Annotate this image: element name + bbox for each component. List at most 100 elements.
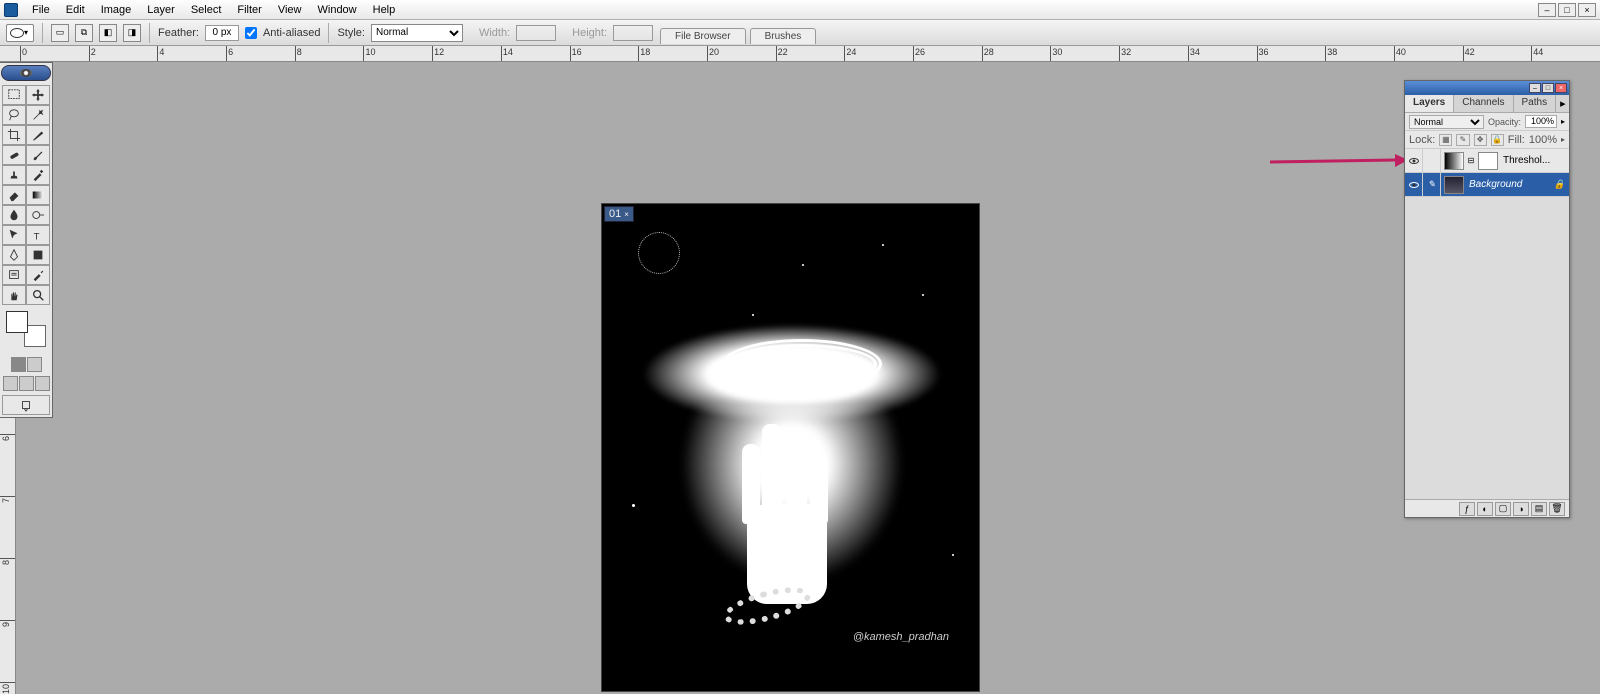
layer-row[interactable]: ✎ Background 🔒 [1405, 173, 1569, 197]
menu-file[interactable]: File [24, 2, 58, 18]
visibility-toggle[interactable] [1405, 173, 1423, 196]
layer-row[interactable]: ⊟ Threshol... [1405, 149, 1569, 173]
mask-thumb-icon[interactable] [1478, 152, 1498, 170]
eraser-tool[interactable] [2, 185, 26, 205]
jump-to-imageready-icon[interactable] [2, 395, 50, 415]
dodge-tool[interactable] [26, 205, 50, 225]
clone-stamp-tool[interactable] [2, 165, 26, 185]
selection-new-icon[interactable]: ▭ [51, 24, 69, 42]
selection-marquee [638, 232, 680, 274]
width-input [516, 25, 556, 41]
healing-brush-tool[interactable] [2, 145, 26, 165]
restore-button[interactable]: □ [1558, 3, 1576, 17]
screen-full-icon[interactable] [35, 376, 50, 391]
layer-mask-icon[interactable]: ◐ [1477, 502, 1493, 516]
selection-intersect-icon[interactable]: ◨ [123, 24, 141, 42]
lock-all-icon[interactable]: 🔒 [1491, 134, 1504, 146]
toolbox-header-icon [1, 65, 51, 81]
panel-menu-icon[interactable]: ▸ [1556, 95, 1570, 112]
standard-mode-icon[interactable] [11, 357, 26, 372]
eyedropper-tool[interactable] [26, 265, 50, 285]
tab-layers[interactable]: Layers [1405, 95, 1454, 112]
minimize-button[interactable]: – [1538, 3, 1556, 17]
history-brush-tool[interactable] [26, 165, 50, 185]
fill-value[interactable]: 100% [1529, 134, 1557, 146]
selection-add-icon[interactable]: ⧉ [75, 24, 93, 42]
menu-edit[interactable]: Edit [58, 2, 93, 18]
opacity-value[interactable]: 100% [1525, 115, 1557, 128]
lock-icon: 🔒 [1554, 179, 1569, 190]
menu-filter[interactable]: Filter [229, 2, 269, 18]
opacity-flyout-icon[interactable]: ▸ [1561, 117, 1565, 126]
tab-brushes[interactable]: Brushes [750, 28, 817, 44]
panel-titlebar[interactable]: – □ × [1405, 81, 1569, 95]
screen-full-menus-icon[interactable] [19, 376, 34, 391]
link-cell[interactable] [1423, 149, 1441, 172]
crop-tool[interactable] [2, 125, 26, 145]
quickmask-mode-icon[interactable] [27, 357, 42, 372]
menu-image[interactable]: Image [93, 2, 140, 18]
menu-layer[interactable]: Layer [139, 2, 183, 18]
marquee-shape-selector[interactable]: ▾ [6, 24, 34, 42]
feather-input[interactable] [205, 25, 239, 41]
tab-paths[interactable]: Paths [1514, 95, 1557, 112]
document-canvas[interactable]: 01× @kamesh_pradhan [601, 203, 980, 692]
layer-thumb-icon[interactable] [1444, 176, 1464, 194]
zoom-tool[interactable] [26, 285, 50, 305]
blend-mode-select[interactable]: Normal [1409, 115, 1484, 129]
style-label: Style: [337, 27, 365, 39]
panel-minimize-icon[interactable]: – [1529, 83, 1541, 93]
tab-file-browser[interactable]: File Browser [660, 28, 746, 44]
lock-transparency-icon[interactable]: ▦ [1439, 134, 1452, 146]
layer-name[interactable]: Threshol... [1501, 155, 1569, 166]
new-set-icon[interactable]: ▢ [1495, 502, 1511, 516]
antialias-checkbox[interactable] [245, 27, 257, 39]
panel-maximize-icon[interactable]: □ [1542, 83, 1554, 93]
mask-link-icon[interactable]: ⊟ [1467, 156, 1475, 165]
foreground-color-swatch[interactable] [6, 311, 28, 333]
rect-marquee-tool[interactable] [2, 85, 26, 105]
tab-channels[interactable]: Channels [1454, 95, 1513, 112]
brush-tool[interactable] [26, 145, 50, 165]
slice-tool[interactable] [26, 125, 50, 145]
lock-paint-icon[interactable]: ✎ [1456, 134, 1469, 146]
color-swatch[interactable] [6, 311, 46, 347]
panel-close-icon[interactable]: × [1555, 83, 1567, 93]
selection-subtract-icon[interactable]: ◧ [99, 24, 117, 42]
screen-standard-icon[interactable] [3, 376, 18, 391]
hand-tool[interactable] [2, 285, 26, 305]
menu-view[interactable]: View [270, 2, 310, 18]
path-select-tool[interactable] [2, 225, 26, 245]
lasso-tool[interactable] [2, 105, 26, 125]
new-layer-icon[interactable]: ▤ [1531, 502, 1547, 516]
notes-tool[interactable] [2, 265, 26, 285]
type-tool[interactable]: T [26, 225, 50, 245]
magic-wand-tool[interactable] [26, 105, 50, 125]
panel-tabs: Layers Channels Paths ▸ [1405, 95, 1569, 113]
menu-select[interactable]: Select [183, 2, 230, 18]
menu-window[interactable]: Window [310, 2, 365, 18]
fill-flyout-icon[interactable]: ▸ [1561, 135, 1565, 144]
lock-label: Lock: [1409, 134, 1435, 146]
gradient-tool[interactable] [26, 185, 50, 205]
layers-panel: – □ × Layers Channels Paths ▸ Normal Opa… [1404, 80, 1570, 518]
artwork-credit: @kamesh_pradhan [853, 631, 949, 643]
shape-tool[interactable] [26, 245, 50, 265]
blur-tool[interactable] [2, 205, 26, 225]
new-adjustment-icon[interactable]: ◑ [1513, 502, 1529, 516]
lock-position-icon[interactable]: ✥ [1474, 134, 1487, 146]
visibility-toggle[interactable] [1405, 149, 1423, 172]
close-button[interactable]: × [1578, 3, 1596, 17]
feather-label: Feather: [158, 27, 199, 39]
adjustment-thumb-icon[interactable] [1444, 152, 1464, 170]
active-brush-icon[interactable]: ✎ [1423, 173, 1441, 196]
style-select[interactable]: Normal [371, 24, 463, 42]
layer-name[interactable]: Background [1467, 179, 1554, 190]
artwork-image: @kamesh_pradhan [602, 204, 979, 691]
menu-help[interactable]: Help [365, 2, 404, 18]
delete-layer-icon[interactable]: 🗑 [1549, 502, 1565, 516]
horizontal-ruler: 0246810121416182022242628303234363840424… [0, 46, 1600, 62]
pen-tool[interactable] [2, 245, 26, 265]
layer-style-icon[interactable]: ƒ [1459, 502, 1475, 516]
move-tool[interactable] [26, 85, 50, 105]
